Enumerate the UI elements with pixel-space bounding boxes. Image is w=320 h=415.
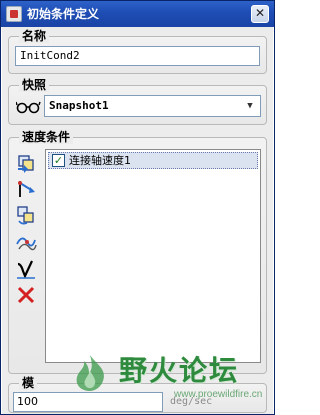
magnitude-input[interactable]: 100 [13, 392, 163, 412]
title-bar[interactable]: 初始条件定义 ✕ [1, 1, 274, 27]
initial-condition-dialog: 初始条件定义 ✕ 名称 InitCond2 快照 Snapshot1 ▼ 速度条… [0, 0, 275, 415]
motion-axis-velocity-icon[interactable] [15, 178, 37, 200]
magnitude-legend: 模 [19, 376, 38, 390]
watermark-url: www.proewildfire.cn [174, 389, 263, 400]
name-field[interactable]: InitCond2 [15, 46, 260, 66]
velocity-conditions-group: 速度条件 ✓ 连接轴速度1 [8, 130, 267, 374]
watermark-flame-logo [76, 355, 104, 391]
chevron-down-icon[interactable]: ▼ [242, 98, 258, 114]
angular-velocity-icon[interactable] [15, 204, 37, 226]
tangential-slot-velocity-icon[interactable] [15, 231, 37, 253]
list-item[interactable]: ✓ 连接轴速度1 [48, 152, 258, 169]
snapshot-legend: 快照 [19, 78, 50, 92]
velocity-legend: 速度条件 [19, 130, 74, 144]
velocity-condition-checkbox[interactable]: ✓ [52, 154, 65, 167]
snapshot-select[interactable]: Snapshot1 ▼ [44, 95, 261, 117]
watermark-text: 野火论坛 [119, 354, 240, 387]
velocity-condition-label: 连接轴速度1 [69, 154, 131, 167]
window-title: 初始条件定义 [27, 7, 100, 21]
name-group: 名称 InitCond2 [8, 29, 267, 74]
close-button[interactable]: ✕ [251, 5, 269, 23]
evaluate-model-icon[interactable] [15, 258, 37, 280]
point-velocity-icon[interactable] [15, 152, 37, 174]
app-icon [6, 6, 22, 22]
snapshot-selected-value: Snapshot1 [49, 99, 109, 112]
glasses-icon [16, 101, 41, 114]
name-legend: 名称 [19, 29, 50, 43]
delete-icon[interactable] [15, 284, 37, 306]
velocity-conditions-list[interactable]: ✓ 连接轴速度1 [45, 149, 261, 363]
snapshot-group: 快照 Snapshot1 ▼ [8, 78, 267, 125]
